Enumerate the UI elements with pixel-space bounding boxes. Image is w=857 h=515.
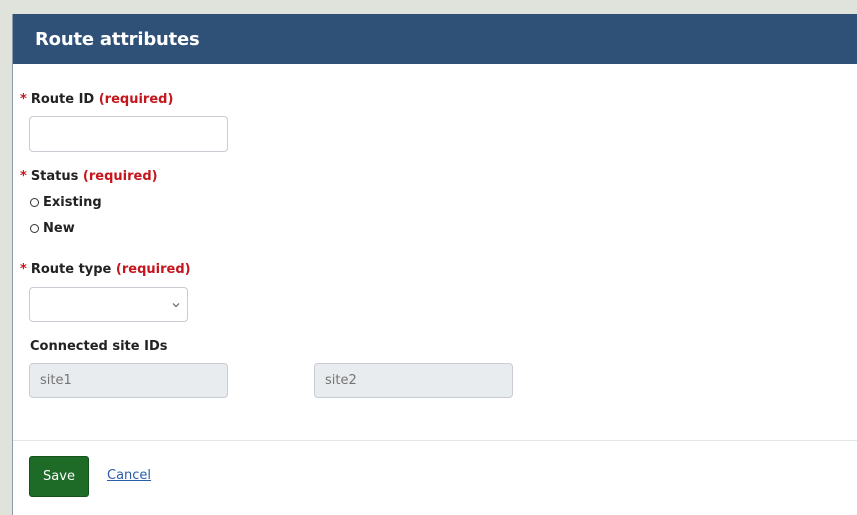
status-label-text: Status: [30, 169, 79, 184]
site2-input[interactable]: [314, 363, 513, 398]
status-radio-existing[interactable]: Existing: [30, 195, 102, 210]
cancel-link[interactable]: Cancel: [107, 468, 151, 483]
route-id-label: * Route ID (required): [20, 92, 173, 107]
route-id-input[interactable]: [29, 116, 228, 152]
chevron-down-icon: [172, 302, 180, 307]
status-option-existing-label: Existing: [43, 195, 102, 210]
required-text: (required): [115, 262, 191, 277]
required-star: *: [20, 262, 27, 277]
required-text: (required): [98, 92, 174, 107]
dialog-title: Route attributes: [35, 28, 200, 50]
required-star: *: [20, 169, 27, 184]
required-text: (required): [82, 169, 158, 184]
status-radio-new[interactable]: New: [30, 221, 75, 236]
route-type-select[interactable]: [29, 287, 188, 322]
route-type-label-text: Route type: [30, 262, 112, 277]
site1-input[interactable]: [29, 363, 228, 398]
footer-divider: [13, 440, 857, 441]
status-option-new-label: New: [43, 221, 75, 236]
radio-unchecked-icon[interactable]: [30, 224, 39, 233]
status-label: * Status (required): [20, 169, 158, 184]
connected-site-ids-label: Connected site IDs: [30, 339, 168, 354]
dialog-header: Route attributes: [13, 14, 857, 64]
route-type-label: * Route type (required): [20, 262, 191, 277]
radio-unchecked-icon[interactable]: [30, 198, 39, 207]
required-star: *: [20, 92, 27, 107]
route-attributes-dialog: Route attributes * Route ID (required) * S…: [12, 14, 857, 515]
route-id-label-text: Route ID: [30, 92, 95, 107]
save-button[interactable]: Save: [29, 456, 89, 497]
